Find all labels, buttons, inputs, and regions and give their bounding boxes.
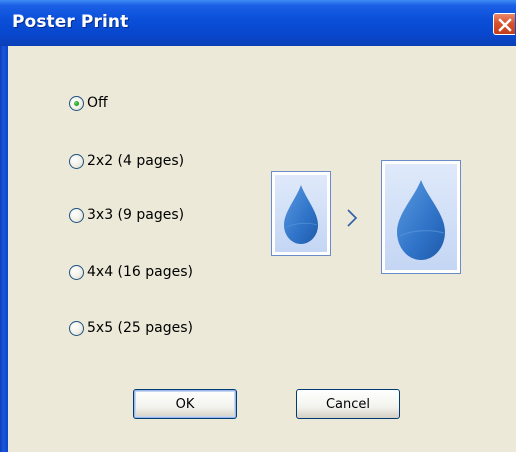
poster-print-dialog: Poster Print Off 2x2 (4 pages) 3x3 (9 pa… (0, 0, 516, 452)
radio-option-off[interactable]: Off (69, 92, 108, 114)
close-icon (498, 18, 512, 32)
cancel-button[interactable]: Cancel (296, 389, 400, 419)
preview-page-poster (381, 160, 461, 274)
ok-button[interactable]: OK (133, 389, 237, 419)
preview-page-surface (275, 175, 327, 252)
window-border (0, 46, 8, 452)
chevron-right-icon (347, 209, 358, 227)
radio-label: 2x2 (4 pages) (87, 153, 185, 169)
preview-page-surface (385, 164, 457, 270)
radio-button[interactable] (69, 320, 84, 336)
radio-option-5x5[interactable]: 5x5 (25 pages) (69, 317, 193, 339)
radio-selected-dot (74, 100, 79, 106)
radio-label: Off (87, 95, 108, 111)
droplet-icon (397, 180, 445, 260)
radio-button[interactable] (69, 264, 84, 280)
close-button[interactable] (493, 13, 515, 35)
title-bar[interactable]: Poster Print (0, 0, 516, 46)
radio-label: 3x3 (9 pages) (87, 207, 185, 223)
droplet-icon (284, 185, 318, 244)
dialog-title: Poster Print (12, 12, 129, 32)
radio-button[interactable] (69, 153, 84, 169)
radio-option-3x3[interactable]: 3x3 (9 pages) (69, 204, 184, 226)
radio-label: 4x4 (16 pages) (87, 264, 193, 280)
preview-page-normal (271, 171, 331, 256)
radio-button[interactable] (69, 95, 84, 111)
radio-button[interactable] (69, 207, 84, 223)
radio-option-4x4[interactable]: 4x4 (16 pages) (69, 261, 193, 283)
radio-label: 5x5 (25 pages) (87, 320, 193, 336)
radio-option-2x2[interactable]: 2x2 (4 pages) (69, 150, 184, 172)
